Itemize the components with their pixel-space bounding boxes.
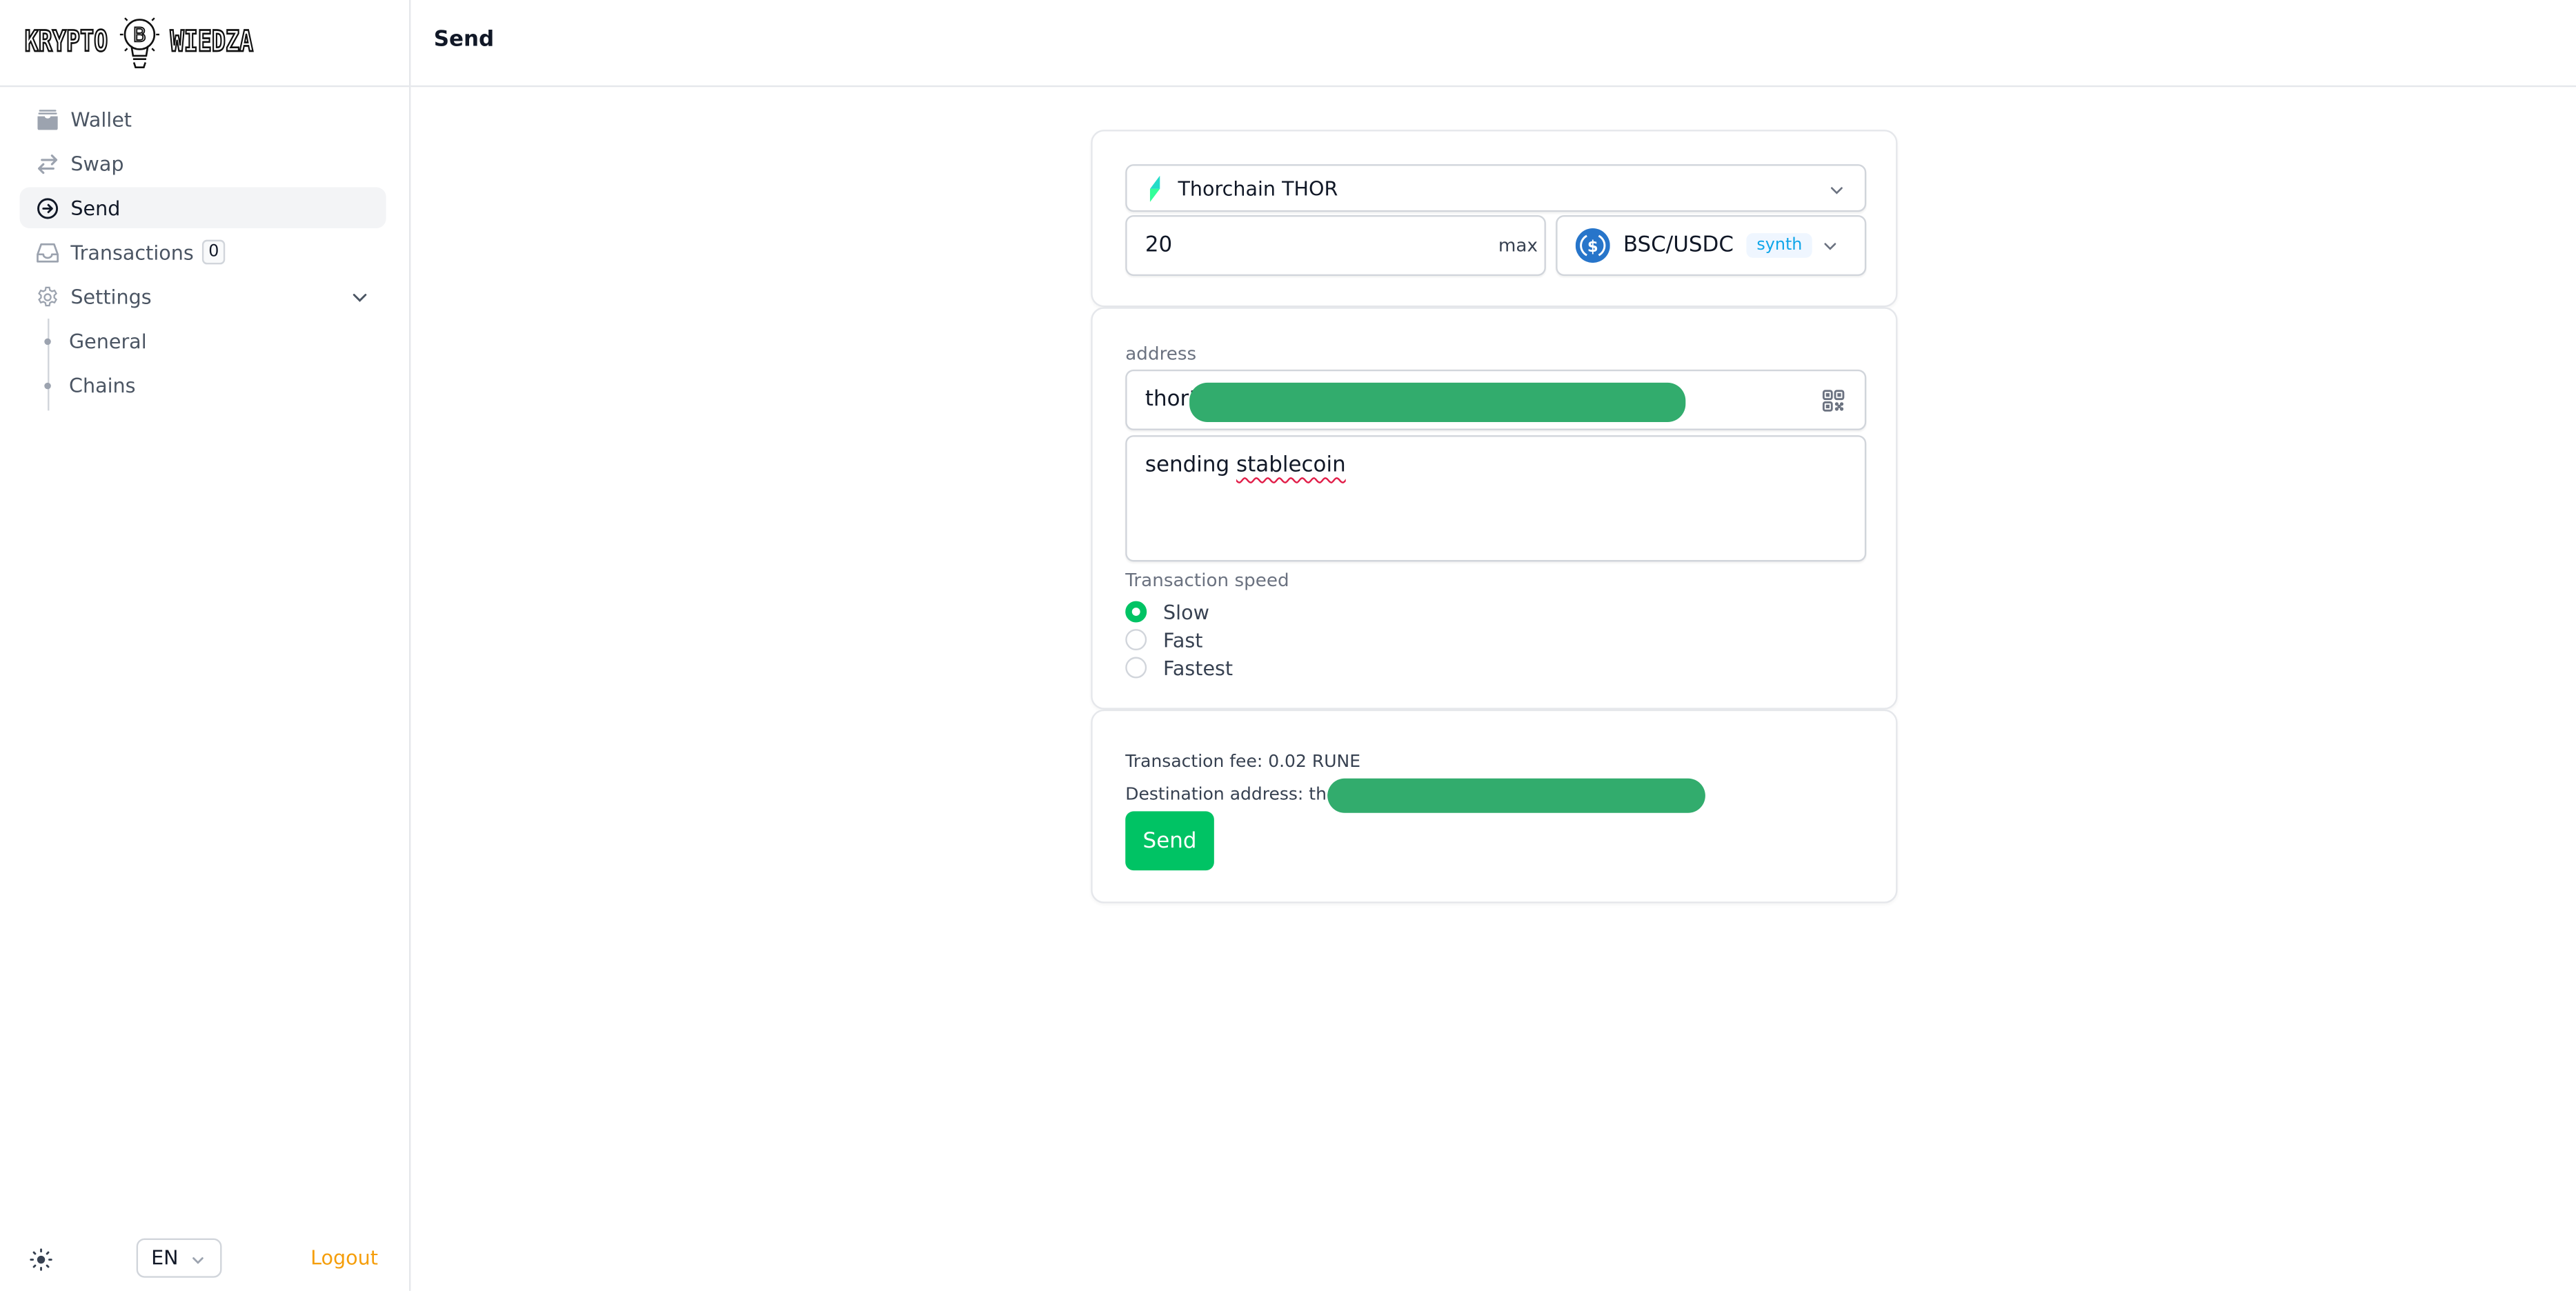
synth-badge: synth [1747, 233, 1812, 258]
language-value: EN [151, 1246, 179, 1270]
svg-text:B: B [132, 23, 146, 47]
sidebar-item-label: Settings [70, 285, 152, 308]
sidebar-item-label: Wallet [70, 107, 132, 131]
destination-address-text: Destination address: thor [1125, 785, 1345, 805]
bulb-bitcoin-icon: B [119, 17, 159, 68]
inbox-icon [36, 241, 59, 263]
submenu-dot [44, 338, 51, 346]
send-button[interactable]: Send [1125, 811, 1214, 871]
amount-field[interactable]: max [1125, 214, 1546, 277]
gear-icon [36, 285, 59, 308]
page-header: Send [410, 0, 2576, 88]
language-select[interactable]: EN [136, 1238, 222, 1278]
logo-text-left: KRYPTO [24, 26, 109, 60]
sidebar-item-label: Transactions [70, 240, 194, 264]
thorchain-icon [1149, 174, 1160, 201]
asset-select-value: BSC/USDC [1623, 233, 1734, 258]
asset-card: Thorchain THOR max $ BSC/USDC synth [1091, 130, 1898, 308]
sidebar-item-label: General [69, 329, 147, 352]
logo-text-right: WIEDZA [170, 26, 255, 60]
sidebar: KRYPTO B WIEDZA Wallet Swap Send Transac… [0, 0, 411, 1291]
page-title: Send [433, 28, 495, 53]
summary-card: Transaction fee: 0.02 RUNE Destination a… [1091, 709, 1898, 903]
chain-select[interactable]: Thorchain THOR [1125, 164, 1867, 212]
memo-textarea[interactable]: sending stablecoin [1125, 435, 1867, 562]
swap-arrows-icon [36, 152, 59, 174]
wallet-icon [36, 108, 59, 130]
svg-text:$: $ [1587, 238, 1598, 256]
radio-slow[interactable] [1125, 601, 1147, 623]
submenu-dot [44, 382, 51, 390]
speed-option-slow[interactable]: Slow [1125, 598, 1233, 626]
speed-option-label: Fastest [1163, 656, 1233, 679]
transactions-count-badge: 0 [201, 239, 226, 265]
radio-fastest[interactable] [1125, 657, 1147, 679]
address-field[interactable] [1125, 369, 1867, 430]
memo-text-part: sending [1145, 453, 1237, 478]
speed-option-fastest[interactable]: Fastest [1125, 654, 1233, 681]
chain-select-value: Thorchain THOR [1178, 177, 1338, 200]
app-root: KRYPTO B WIEDZA Wallet Swap Send Transac… [0, 0, 2576, 1291]
sidebar-header-divider [0, 85, 409, 88]
sidebar-item-transactions[interactable]: Transactions 0 [20, 232, 386, 273]
max-button[interactable]: max [1498, 235, 1538, 257]
chevron-down-icon[interactable] [350, 288, 370, 308]
sidebar-item-wallet[interactable]: Wallet [20, 99, 386, 140]
chevron-down-icon [1830, 187, 1843, 194]
sidebar-item-swap[interactable]: Swap [20, 143, 386, 184]
radio-fast[interactable] [1125, 629, 1147, 651]
settings-submenu: General Chains [20, 318, 386, 411]
chevron-down-icon [1824, 243, 1836, 250]
address-redaction [1189, 382, 1686, 423]
sidebar-nav: Wallet Swap Send Transactions 0 Settings… [19, 99, 386, 411]
recipient-card: address sending stablecoin Transaction s… [1091, 307, 1898, 710]
sidebar-item-label: Chains [69, 373, 136, 397]
speed-option-label: Fast [1163, 628, 1203, 652]
logo[interactable]: KRYPTO B WIEDZA [24, 13, 255, 72]
sidebar-item-label: Send [70, 196, 121, 219]
arrow-circle-right-icon [36, 197, 59, 219]
chevron-down-icon [192, 1257, 204, 1264]
address-label: address [1125, 343, 1197, 365]
sidebar-item-general[interactable]: General [20, 320, 386, 361]
usdc-icon: $ [1575, 228, 1610, 263]
sidebar-item-settings[interactable]: Settings [20, 276, 386, 317]
memo-text-misspelled: stablecoin [1236, 453, 1346, 478]
transaction-speed-group: Slow Fast Fastest [1125, 598, 1233, 681]
transaction-speed-label: Transaction speed [1125, 570, 1289, 592]
sun-icon[interactable] [30, 1248, 52, 1271]
logout-link[interactable]: Logout [310, 1246, 378, 1269]
sidebar-footer: EN Logout [0, 1225, 409, 1291]
transaction-fee-text: Transaction fee: 0.02 RUNE [1125, 752, 1361, 772]
speed-option-fast[interactable]: Fast [1125, 626, 1233, 653]
sidebar-item-send[interactable]: Send [19, 187, 386, 229]
sidebar-item-label: Swap [70, 152, 124, 175]
destination-redaction [1327, 778, 1705, 813]
amount-input[interactable] [1145, 233, 1441, 258]
speed-option-label: Slow [1163, 600, 1209, 623]
sidebar-item-chains[interactable]: Chains [20, 365, 386, 406]
qr-code-icon[interactable] [1822, 389, 1845, 412]
asset-select[interactable]: $ BSC/USDC synth [1556, 214, 1867, 277]
